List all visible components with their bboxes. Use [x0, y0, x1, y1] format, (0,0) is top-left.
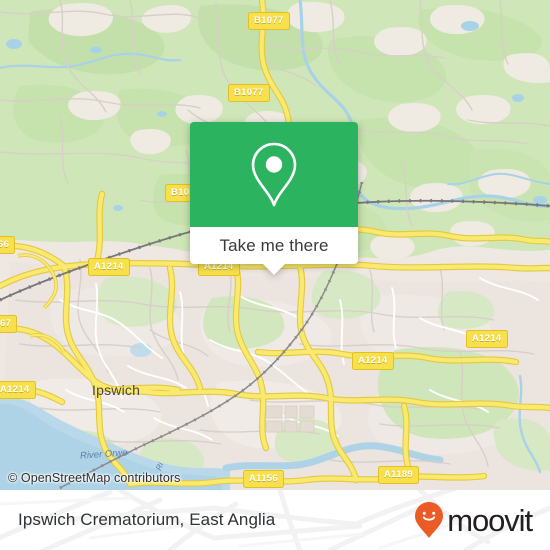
moovit-brand[interactable]: moovit [414, 501, 533, 539]
page-title: Ipswich Crematorium, East Anglia [18, 510, 276, 529]
callout-icon-area [190, 122, 358, 227]
callout-action-area[interactable]: Take me there [190, 227, 358, 275]
moovit-smiley-pin-icon [415, 502, 444, 538]
osm-attribution[interactable]: © OpenStreetMap contributors [8, 471, 181, 485]
road-shield-a1214-southeast[interactable]: A1214 [352, 352, 394, 370]
road-shield-a1189[interactable]: A1189 [378, 466, 419, 484]
road-shield-67-edge[interactable]: 67 [0, 315, 18, 333]
road-shield-66-edge[interactable]: 66 [0, 236, 16, 254]
location-pin-icon [251, 142, 297, 206]
callout-pointer-tail [263, 264, 285, 275]
take-me-there-label: Take me there [219, 235, 329, 255]
road-shield-b1077-mid[interactable]: B1077 [228, 84, 270, 102]
moovit-wordmark: moovit [447, 502, 533, 538]
moovit-map-page: Ipswich River Orwe Ri B1077 B1077 B10 66… [0, 0, 550, 550]
destination-callout-card[interactable]: Take me there [190, 122, 358, 275]
road-shield-a1214-east[interactable]: A1214 [466, 330, 508, 348]
map-canvas[interactable]: Ipswich River Orwe Ri B1077 B1077 B10 66… [0, 0, 550, 490]
footer-bar: Ipswich Crematorium, East Anglia moovit [0, 490, 550, 550]
road-shield-a1214-west[interactable]: A1214 [88, 258, 130, 276]
road-shield-a1156[interactable]: A1156 [243, 470, 284, 488]
road-shield-a1214-southwest[interactable]: A1214 [0, 381, 36, 399]
road-shield-b1077-north[interactable]: B1077 [248, 12, 290, 30]
